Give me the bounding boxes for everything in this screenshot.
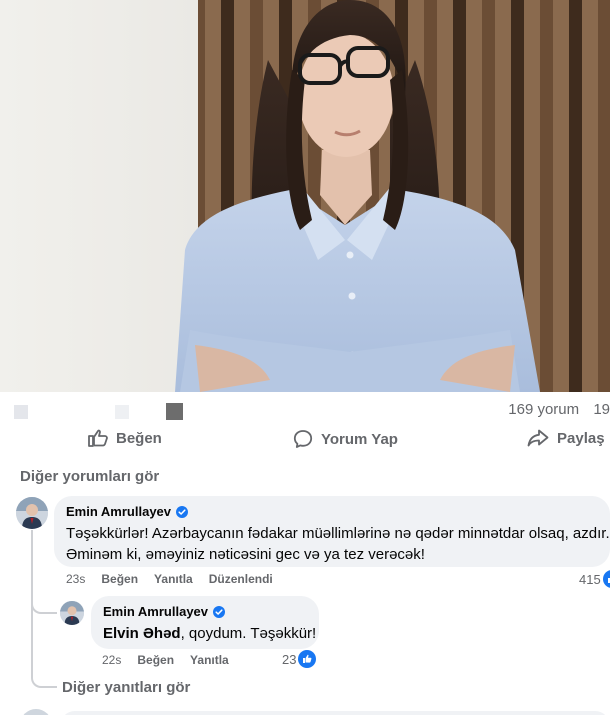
reply-author: Emin Amrullayev — [103, 604, 307, 619]
avatar[interactable] — [16, 497, 48, 529]
avatar[interactable] — [60, 601, 84, 625]
comment-button-label: Yorum Yap — [321, 430, 398, 448]
share-button[interactable]: Paylaş — [527, 429, 605, 447]
thread-connector-elbow — [31, 650, 57, 688]
profile-photo-icon — [60, 601, 84, 625]
comment-timestamp[interactable]: 23s — [66, 572, 85, 586]
comment-author-name[interactable]: Emin Amrullayev — [66, 504, 171, 519]
portrait-image — [0, 0, 610, 392]
profile-photo-icon — [16, 497, 48, 529]
reply-bubble: Emin Amrullayev Elvin Əhəd, qoydum. Təşə… — [91, 596, 319, 649]
reply-text: Elvin Əhəd, qoydum. Təşəkkür! — [103, 623, 316, 644]
comment-reaction-count: 415 — [579, 571, 601, 587]
post-counts: 169 yorum 19 — [498, 401, 610, 418]
post-stats-row: 169 yorum 19 — [0, 396, 610, 422]
verified-badge-icon — [213, 605, 226, 618]
like-button-label: Beğen — [116, 429, 162, 447]
comment-author: Emin Amrullayev — [66, 504, 598, 519]
like-reaction-icon — [298, 650, 317, 668]
thread-connector-elbow — [31, 588, 57, 614]
like-reaction-icon — [602, 570, 610, 588]
thumbs-up-icon — [88, 429, 108, 447]
comment-like-link[interactable]: Beğen — [101, 572, 138, 586]
speech-bubble-icon — [293, 430, 313, 448]
reply-reactions[interactable]: 23 — [282, 650, 317, 668]
post-photo[interactable] — [0, 0, 610, 392]
like-button[interactable]: Beğen — [88, 429, 162, 447]
post-action-bar: Beğen Yorum Yap Paylaş — [0, 426, 610, 456]
share-arrow-icon — [527, 429, 549, 447]
reply-meta: 22s Beğen Yanıtla — [102, 653, 245, 667]
comment-text-line1: Təşəkkürlər! Azərbaycanın fədakar müəlli… — [66, 525, 610, 542]
verified-badge-icon — [176, 505, 189, 518]
mention-link[interactable]: Elvin Əhəd — [103, 625, 181, 642]
reply-timestamp[interactable]: 22s — [102, 653, 121, 667]
comment-bubble: Emin Amrullayev Təşəkkürlər! Azərbaycanı… — [54, 496, 610, 567]
share-button-label: Paylaş — [557, 429, 605, 447]
reply-reply-link[interactable]: Yanıtla — [190, 653, 229, 667]
comment-meta: 23s Beğen Yanıtla Düzenlendi — [66, 572, 289, 586]
comment-text-line2: Əminəm ki, əməyiniz nəticəsini gec və ya… — [66, 546, 425, 563]
reply-reaction-count: 23 — [282, 651, 297, 667]
reply-author-name[interactable]: Emin Amrullayev — [103, 604, 208, 619]
comment-count-link[interactable]: 169 yorum — [508, 401, 579, 418]
reaction-placeholder-icon — [115, 405, 129, 419]
reaction-placeholder-icon — [166, 403, 183, 420]
reply-like-link[interactable]: Beğen — [137, 653, 174, 667]
comment-edited-label: Düzenlendi — [208, 572, 273, 586]
reaction-placeholder-icon — [14, 405, 28, 419]
view-more-replies-link[interactable]: Diğer yanıtları gör — [62, 679, 190, 696]
comment-button[interactable]: Yorum Yap — [293, 429, 398, 449]
comment-reactions[interactable]: 415 — [579, 570, 610, 588]
share-count-link[interactable]: 19 — [593, 401, 610, 418]
view-more-comments-link[interactable]: Diğer yorumları gör — [20, 468, 159, 485]
comment-reply-link[interactable]: Yanıtla — [154, 572, 193, 586]
reply-text-body: , qoydum. Təşəkkür! — [180, 625, 317, 642]
next-comment-peek — [20, 709, 610, 715]
